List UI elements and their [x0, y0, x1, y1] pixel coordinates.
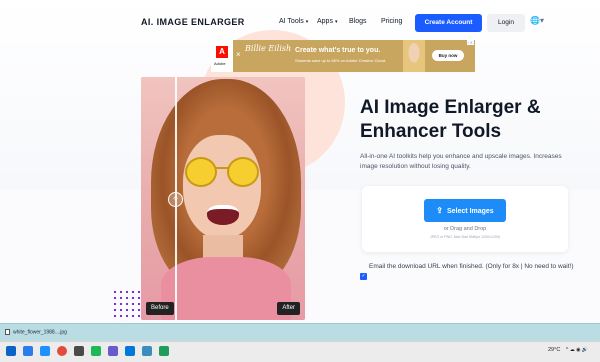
- nav-apps[interactable]: Apps ▾: [317, 18, 337, 25]
- upload-limits-text: JPEG or PNG, Max Size 5Mb(or 1200×1200): [430, 235, 500, 239]
- after-label: After: [277, 302, 300, 315]
- nav-blogs[interactable]: Blogs: [349, 18, 367, 25]
- ad-subtext: Students save up to 65% on Adobe Creativ…: [295, 58, 387, 63]
- edge-icon[interactable]: [125, 346, 135, 356]
- ad-cross-glyph: ×: [236, 50, 241, 59]
- before-label: Before: [146, 302, 174, 315]
- nav-ai-tools[interactable]: AI Tools ▾: [279, 18, 308, 25]
- windows-taskbar: [0, 341, 600, 362]
- obs-icon[interactable]: [74, 346, 84, 356]
- download-item[interactable]: white_flower_1988....jpg: [5, 329, 67, 335]
- chrome-icon[interactable]: [57, 346, 67, 356]
- ad-banner[interactable]: A Adobe × Billie Eilish Create what's tr…: [211, 40, 475, 72]
- decorative-dot-grid: [112, 289, 142, 321]
- chevron-down-icon: ▾: [334, 19, 338, 25]
- spotify-icon[interactable]: [91, 346, 101, 356]
- select-images-label: Select Images: [447, 208, 494, 215]
- app-icon[interactable]: [108, 346, 118, 356]
- chevron-down-icon: ▾: [305, 19, 309, 25]
- photo-glasses-left: [185, 157, 217, 187]
- file-icon: [5, 329, 10, 335]
- excel-icon[interactable]: [159, 346, 169, 356]
- download-filename: white_flower_1988....jpg: [13, 329, 67, 336]
- create-account-button[interactable]: Create Account: [415, 14, 482, 32]
- hero-description: All-in-one AI toolkits help you enhance …: [360, 153, 562, 170]
- hero-title: AI Image Enlarger & Enhancer Tools: [360, 97, 541, 142]
- ad-buy-now-button[interactable]: Buy now: [432, 50, 464, 61]
- upload-icon: ⇪: [436, 206, 443, 215]
- downloads-bar: [0, 323, 600, 341]
- adobe-wordmark: Adobe: [214, 61, 226, 66]
- photo-hoodie: [161, 257, 291, 320]
- ad-portrait: [403, 40, 425, 72]
- nav-pricing[interactable]: Pricing: [381, 18, 402, 25]
- adobe-logo-box: A Adobe: [211, 40, 233, 72]
- select-images-button[interactable]: ⇪ Select Images: [424, 199, 506, 222]
- language-selector[interactable]: 🌐▾: [530, 16, 544, 25]
- login-button[interactable]: Login: [487, 14, 525, 32]
- email-option-text: Email the download URL when finished. (O…: [369, 263, 574, 270]
- taskbar-temperature[interactable]: 29°C: [548, 347, 560, 353]
- email-checkbox[interactable]: ✓: [360, 273, 367, 280]
- nav-ai-tools-label: AI Tools: [279, 18, 304, 25]
- ad-signature: Billie Eilish: [245, 44, 292, 53]
- photo-glasses-right: [227, 157, 259, 187]
- ad-headline: Create what's true to you.: [295, 47, 381, 54]
- system-tray[interactable]: ^ ☁ ◉ 🔊: [566, 347, 588, 353]
- adobe-logo-icon: A: [216, 46, 228, 58]
- drag-drop-text: or Drag and Drop: [443, 226, 487, 232]
- search-icon[interactable]: [23, 346, 33, 356]
- browser-viewport: AI. IMAGE ENLARGER AI Tools ▾ Apps ▾ Blogs…: [0, 0, 600, 323]
- explorer-icon[interactable]: [142, 346, 152, 356]
- task-view-icon[interactable]: [40, 346, 50, 356]
- photo-mouth: [207, 205, 239, 225]
- before-after-comparison[interactable]: ‹› Before After: [141, 77, 305, 320]
- nav-apps-label: Apps: [317, 18, 333, 25]
- comparison-drag-handle-icon[interactable]: ‹›: [168, 192, 183, 207]
- windows-start-icon[interactable]: [6, 346, 16, 356]
- ad-choices-icon[interactable]: i ✕: [466, 40, 474, 45]
- photo-glasses-bridge: [216, 167, 228, 169]
- site-logo[interactable]: AI. IMAGE ENLARGER: [141, 17, 245, 27]
